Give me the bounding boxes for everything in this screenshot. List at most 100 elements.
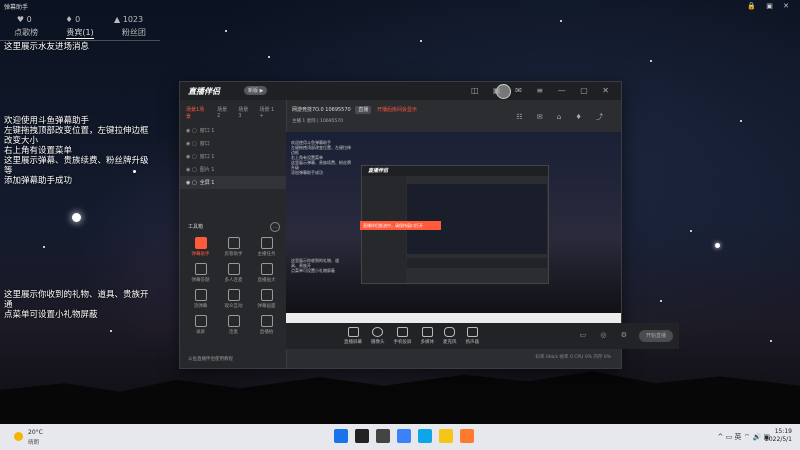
phone-icon	[397, 327, 408, 337]
tool-label: 直播拍	[259, 330, 274, 335]
tool-link-mic[interactable]: 连麦	[217, 315, 250, 335]
nested-app-preview	[407, 184, 547, 254]
scene-item[interactable]: ◉ ▢ 图片 1	[180, 163, 286, 176]
windows-start-icon[interactable]	[334, 429, 348, 443]
background-star	[740, 120, 742, 122]
scene-item[interactable]: ◉ ▢ 全屏 1	[180, 176, 286, 189]
widgets-icon[interactable]	[397, 429, 411, 443]
search-icon[interactable]	[355, 429, 369, 443]
tool-live-draw[interactable]: 直播画大	[250, 263, 283, 283]
tool-label: 多人连麦	[224, 278, 243, 283]
start-live-button[interactable]: 开始直播	[639, 330, 673, 342]
background-star	[420, 40, 422, 42]
flame-icon: ▲	[114, 15, 121, 24]
scene-item[interactable]: ◉ ▢ 窗口 1	[180, 124, 286, 137]
task-view-icon[interactable]	[376, 429, 390, 443]
tool-host-task[interactable]: 主播任务	[250, 237, 283, 257]
streaming-app-icon[interactable]	[460, 429, 474, 443]
streaming-popup: 直播伴侣推流中，请保持窗口打开	[360, 221, 441, 230]
preview-taskbar	[286, 313, 621, 323]
text-line: 左键拖拽顶部改变位置，左键拉伸边框	[291, 145, 351, 155]
main-action-icons[interactable]: ☷ ✉ ⌂ ♦ ⤴	[516, 112, 609, 122]
stat-value: 0	[75, 15, 81, 24]
tool-quiz[interactable]: 弹幕答题	[184, 263, 217, 283]
microphone-button[interactable]: 麦克风	[443, 327, 457, 345]
tab-scene-2[interactable]: 场景2	[217, 106, 230, 120]
tab-fan-club[interactable]: 粉丝团	[122, 27, 146, 39]
text-line: 点菜单可设置小礼物屏蔽	[4, 310, 98, 320]
bottom-right-icons[interactable]: ▭ ◎ ⚙	[580, 331, 633, 339]
background-star	[225, 30, 227, 32]
background-star	[660, 300, 662, 302]
background-star	[110, 330, 112, 332]
weather-temp: 20°C	[28, 429, 43, 436]
app-logo: 直播伴侣	[188, 87, 220, 96]
sun-icon	[14, 432, 23, 441]
window-controls[interactable]: ◫ ▣ ✉ ≡ — ▢ ✕	[471, 86, 615, 95]
file-explorer-icon[interactable]	[439, 429, 453, 443]
room-link[interactable]: 开播后房间会显示	[377, 107, 417, 113]
download-icon	[260, 315, 273, 327]
background-star	[268, 56, 270, 58]
tab-scene-1[interactable]: 场景1场景	[186, 106, 209, 120]
tool-flow-danmaku[interactable]: 流弹幕	[184, 289, 217, 309]
helper-header-icons[interactable]: 🔒 ▣ ✕	[747, 2, 793, 10]
text-line: 这里展示弹幕、贵族续费、粉丝牌升级	[4, 156, 149, 166]
text-line: 通	[4, 300, 13, 310]
tool-record[interactable]: 录屏	[184, 315, 217, 335]
audience-icon	[227, 289, 240, 301]
speaker-icon	[466, 327, 478, 337]
entry-message-hint: 这里展示水友进场消息	[4, 42, 90, 52]
windows-taskbar: 20°C 晴朗 ^ ▭ 英 ⌔ 🔊 ▣ 15:19 2022/5/1	[0, 424, 800, 450]
speaker-button[interactable]: 扬声器	[465, 327, 480, 345]
scene-item[interactable]: ◉ ▢ 窗口	[180, 137, 286, 150]
helper-stats: ♥ 0 ♦ 0 ▲ 1023	[0, 15, 160, 24]
room-action-button[interactable]: 直播	[355, 106, 372, 114]
system-tray[interactable]: ^ ▭ 英 ⌔ 🔊 ▣	[717, 432, 770, 442]
tool-danmaku-screen[interactable]: 弹幕画面	[250, 289, 283, 309]
sidebar-footer-link[interactable]: 斗鱼直播伴侣使用教程	[188, 356, 233, 362]
text-line: 添加弹幕助手成功	[291, 170, 323, 175]
app-titlebar[interactable]: 直播伴侣 新版 ▶ ◫ ▣ ✉ ≡ — ▢ ✕	[180, 82, 621, 100]
draw-icon	[260, 263, 273, 275]
tool-label: 流弹幕	[193, 304, 208, 309]
tool-label: 弹幕画面	[257, 304, 276, 309]
add-camera-button[interactable]: 摄像头	[371, 327, 385, 345]
tool-multi-mic[interactable]: 多人连麦	[217, 263, 250, 283]
heart-icon: ♥	[16, 15, 25, 24]
button-label: 扬声器	[465, 340, 480, 345]
scene-label: 图片 1	[199, 167, 215, 173]
scene-item[interactable]: ◉ ▢ 窗口 1	[180, 150, 286, 163]
text-line: 这里展示你收到的礼物、道具、贵族开	[4, 290, 149, 300]
add-media-button[interactable]: 多媒体	[421, 327, 434, 345]
button-label: 直播屏幕	[344, 340, 362, 345]
tool-danmaku-helper[interactable]: 弹幕助手	[184, 237, 217, 257]
tab-vip[interactable]: 贵宾(1)	[66, 27, 94, 39]
scene-label: 窗口 1	[199, 128, 215, 134]
background-star	[43, 246, 45, 248]
play-icon	[421, 327, 433, 337]
tab-add-scene[interactable]: 场景 1 +	[259, 106, 280, 120]
clock[interactable]: 15:19 2022/5/1	[765, 428, 792, 444]
edge-browser-icon[interactable]	[418, 429, 432, 443]
stat-value: 1023	[122, 15, 144, 24]
status-line: 码率 0kb/s 帧率 0 CPU 0% 内存 0%	[535, 355, 612, 360]
tool-live-shot[interactable]: 直播拍	[250, 315, 283, 335]
tab-scene-3[interactable]: 场景3	[238, 106, 251, 120]
tool-room-admin[interactable]: 房管助手	[217, 237, 250, 257]
preview-gift-text: 这里展示你收到的礼物、道具、贵族开 点菜单可设置小礼物屏蔽	[291, 258, 346, 273]
background-star	[560, 20, 562, 22]
version-badge[interactable]: 新版 ▶	[244, 86, 268, 95]
add-screen-button[interactable]: 直播屏幕	[344, 327, 362, 345]
stream-preview[interactable]: 欢迎使用斗鱼弹幕助手 左键拖拽顶部改变位置，左键拉伸边框 右上角有设置菜单 这里…	[286, 132, 621, 323]
button-label: 手机投屏	[393, 340, 412, 345]
tools-more-button[interactable]: …	[270, 222, 280, 232]
tool-label: 直播画大	[257, 278, 276, 283]
weather-condition: 晴朗	[28, 440, 40, 446]
tool-label: 弹幕答题	[191, 278, 210, 283]
phone-cast-button[interactable]: 手机投屏	[394, 327, 412, 345]
text-line: 点菜单可设置小礼物屏蔽	[291, 268, 335, 273]
tool-audience[interactable]: 观众互动	[217, 289, 250, 309]
tool-label: 录屏	[196, 330, 205, 335]
tab-song-rank[interactable]: 点歌榜	[14, 27, 38, 39]
